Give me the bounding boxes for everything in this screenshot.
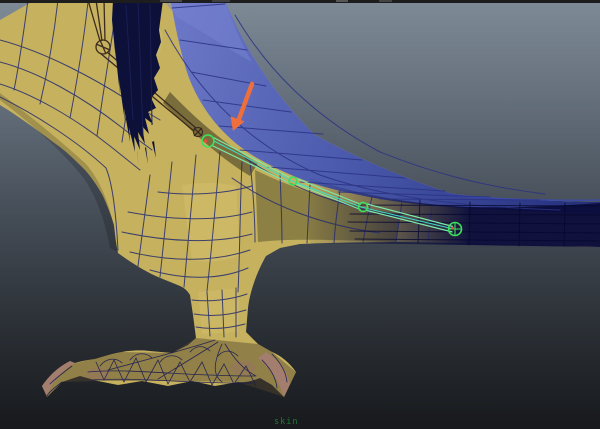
watermark-text: skin (274, 417, 298, 427)
joint-axis-marker (451, 226, 454, 230)
toe-patch (230, 361, 256, 375)
toe-patch (86, 368, 110, 380)
window-top-edge (0, 0, 600, 3)
shin-highlight (198, 288, 240, 334)
viewport-canvas[interactable]: skin (0, 0, 600, 429)
viewport-frame: skin (0, 0, 600, 429)
joint-axis-marker (203, 139, 208, 143)
